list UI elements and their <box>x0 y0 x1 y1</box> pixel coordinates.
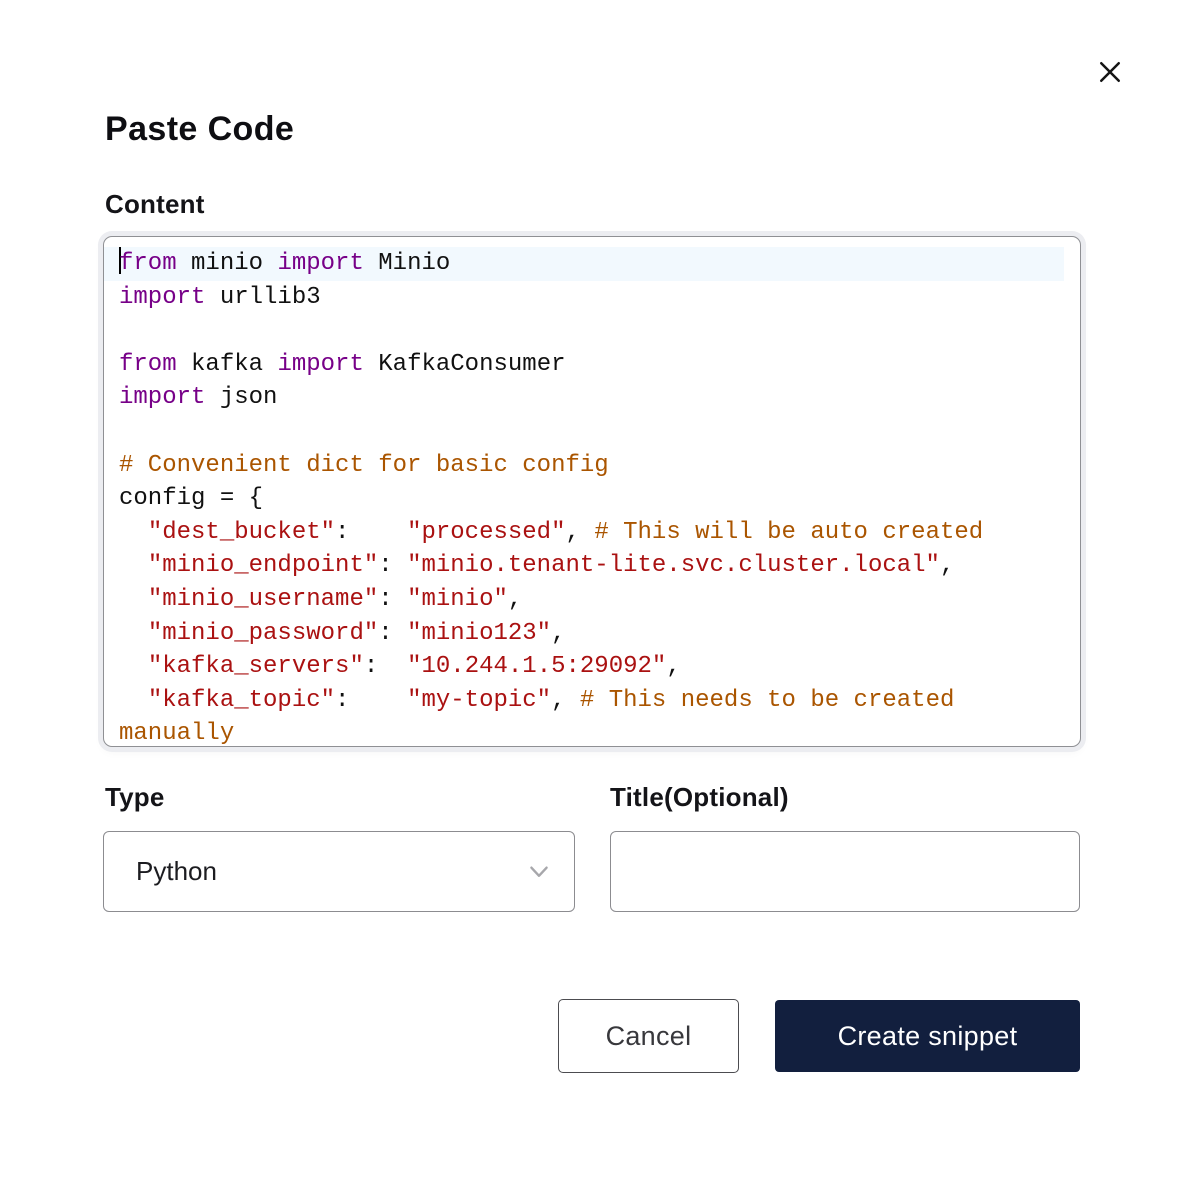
create-snippet-button[interactable]: Create snippet <box>775 1000 1080 1072</box>
type-label: Type <box>105 782 165 812</box>
code-line: config = { <box>104 482 1064 516</box>
code-token: : <box>378 585 408 613</box>
code-token: : <box>378 552 408 580</box>
code-line: from kafka import KafkaConsumer <box>104 348 1064 382</box>
code-token: : <box>363 653 408 681</box>
code-line: "minio_password": "minio123", <box>104 617 1064 651</box>
code-token: "10.244.1.5:29092" <box>407 653 667 681</box>
code-token: kafka <box>176 350 278 378</box>
code-line: "kafka_topic": "my-topic", # This needs … <box>104 684 1064 746</box>
type-select[interactable]: Python <box>103 831 575 912</box>
code-token: Minio <box>363 250 451 277</box>
code-token: KafkaConsumer <box>363 350 566 378</box>
code-line: from minio import Minio <box>104 247 1064 281</box>
code-token: , <box>939 552 955 580</box>
code-line: "minio_endpoint": "minio.tenant-lite.svc… <box>104 549 1064 583</box>
code-token: config = { <box>119 485 264 513</box>
code-token: , <box>551 686 580 714</box>
code-token: "minio_password" <box>147 619 379 647</box>
type-select-value: Python <box>136 856 217 886</box>
code-token: , <box>507 585 523 613</box>
code-token: import <box>277 250 364 277</box>
code-token: # Convenient dict for basic config <box>119 451 609 479</box>
code-editor-lines: from minio import Minio import urllib3 fro… <box>104 237 1080 746</box>
code-token: "minio" <box>407 585 508 613</box>
code-token: "minio.tenant-lite.svc.cluster.local" <box>407 552 940 580</box>
code-token: json <box>205 384 278 412</box>
chevron-down-icon <box>526 859 552 885</box>
code-line: "kafka_servers": "10.244.1.5:29092", <box>104 650 1064 684</box>
code-token: import <box>277 350 364 378</box>
code-token: urllib3 <box>205 283 321 311</box>
code-token: "processed" <box>407 518 566 546</box>
code-token: import <box>119 384 206 412</box>
code-token: , <box>565 518 595 546</box>
close-icon <box>1095 57 1125 87</box>
code-token: "minio123" <box>407 619 552 647</box>
code-line: # Convenient dict for basic config <box>104 449 1064 483</box>
close-button[interactable] <box>1088 50 1132 94</box>
code-line: "dest_bucket": "processed", # This will … <box>104 516 1064 550</box>
code-token: : <box>335 686 408 714</box>
code-token: : <box>378 619 408 647</box>
code-token: , <box>551 619 566 647</box>
code-token: "kafka_servers" <box>147 653 364 681</box>
code-line: "minio_username": "minio", <box>104 583 1064 617</box>
code-token: minio <box>176 250 278 277</box>
code-token: "dest_bucket" <box>147 518 336 546</box>
code-token: from <box>119 250 177 277</box>
title-label: Title(Optional) <box>610 782 789 812</box>
code-line: import urllib3 <box>104 281 1064 315</box>
page-title: Paste Code <box>105 110 295 148</box>
cancel-button[interactable]: Cancel <box>558 999 739 1073</box>
code-token: : <box>335 518 408 546</box>
code-token: import <box>119 283 206 311</box>
content-label: Content <box>105 189 205 219</box>
code-token: # This will be auto created <box>594 518 984 546</box>
code-editor[interactable]: from minio import Minio import urllib3 fro… <box>103 236 1081 747</box>
paste-code-dialog: Paste Code Content from minio import Min… <box>0 0 1188 1184</box>
code-token: "kafka_topic" <box>147 686 336 714</box>
title-input[interactable] <box>610 831 1080 912</box>
code-line: import json <box>104 381 1064 415</box>
code-token: , <box>666 653 681 681</box>
code-token: "minio_endpoint" <box>147 552 379 580</box>
code-token: "my-topic" <box>407 686 552 714</box>
code-token: from <box>119 350 177 378</box>
code-token: "minio_username" <box>147 585 379 613</box>
